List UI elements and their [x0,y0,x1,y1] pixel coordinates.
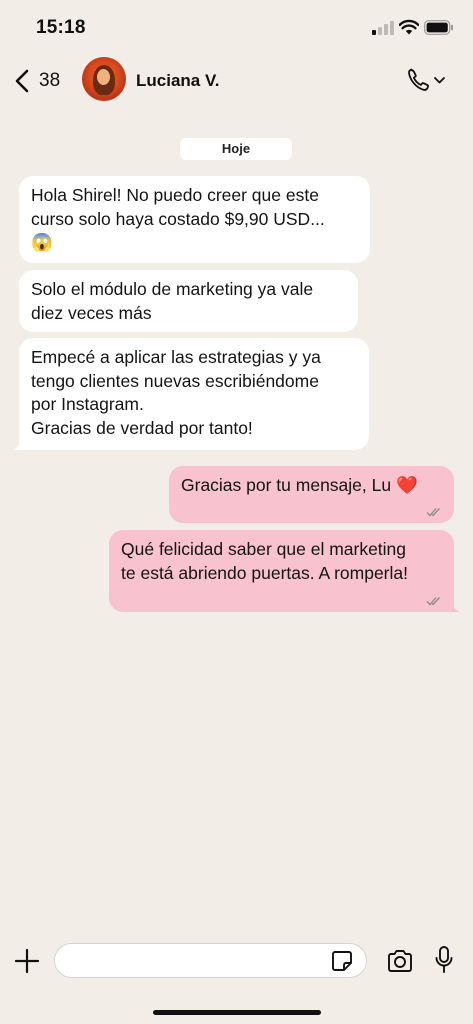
message-incoming[interactable]: Hola Shirel! No puedo creer que este cur… [19,176,370,263]
message-text-line: Gracias por tu mensaje, Lu ❤️ [181,475,418,495]
message-text-line: diez veces más [31,302,152,323]
cellular-signal-icon [372,21,394,35]
message-outgoing[interactable]: Gracias por tu mensaje, Lu ❤️ [169,466,454,523]
message-input[interactable] [54,943,367,978]
bubble-tail [446,598,460,612]
message-text-line: Gracias de verdad por tanto! [31,417,253,438]
microphone-icon[interactable] [434,945,454,975]
wifi-icon [399,19,419,35]
bubble-tail [13,436,27,450]
avatar[interactable] [82,57,126,101]
message-text-line: Hola Shirel! No puedo creer que este [31,185,319,205]
plus-icon[interactable] [14,948,40,974]
message-incoming[interactable]: Solo el módulo de marketing ya vale diez… [19,270,358,332]
unread-count[interactable]: 38 [39,70,60,92]
camera-icon[interactable] [386,948,414,974]
message-text-line: curso solo haya costado $9,90 USD... [31,208,325,229]
home-indicator [153,1010,321,1015]
chevron-down-icon [434,77,445,84]
message-composer [0,936,473,986]
message-text-line: Solo el módulo de marketing ya vale [31,279,314,299]
message-text-line: Empecé a aplicar las estrategias y ya [31,347,321,367]
message-text-line: por Instagram. [31,394,144,414]
chevron-left-icon[interactable] [14,68,30,94]
message-text-line: te está abriendo puertas. A romperla! [121,562,408,583]
battery-icon [424,20,453,35]
message-text-line: tengo clientes nuevas escribiéndome [31,370,319,391]
double-check-icon [426,597,440,606]
chat-header: 38 Luciana V. [0,52,473,112]
phone-icon[interactable] [405,66,449,94]
double-check-icon [426,508,440,517]
message-text-line: 😱 [31,232,53,252]
sticker-icon[interactable] [330,949,354,973]
contact-name[interactable]: Luciana V. [136,71,219,91]
message-incoming[interactable]: Empecé a aplicar las estrategias y ya te… [13,338,369,450]
date-separator: Hoje [180,138,292,160]
status-bar: 15:18 [0,0,473,52]
message-text-line: Qué felicidad saber que el marketing [121,539,407,559]
status-time: 15:18 [36,17,86,38]
message-outgoing[interactable]: Qué felicidad saber que el marketing te … [109,530,460,612]
